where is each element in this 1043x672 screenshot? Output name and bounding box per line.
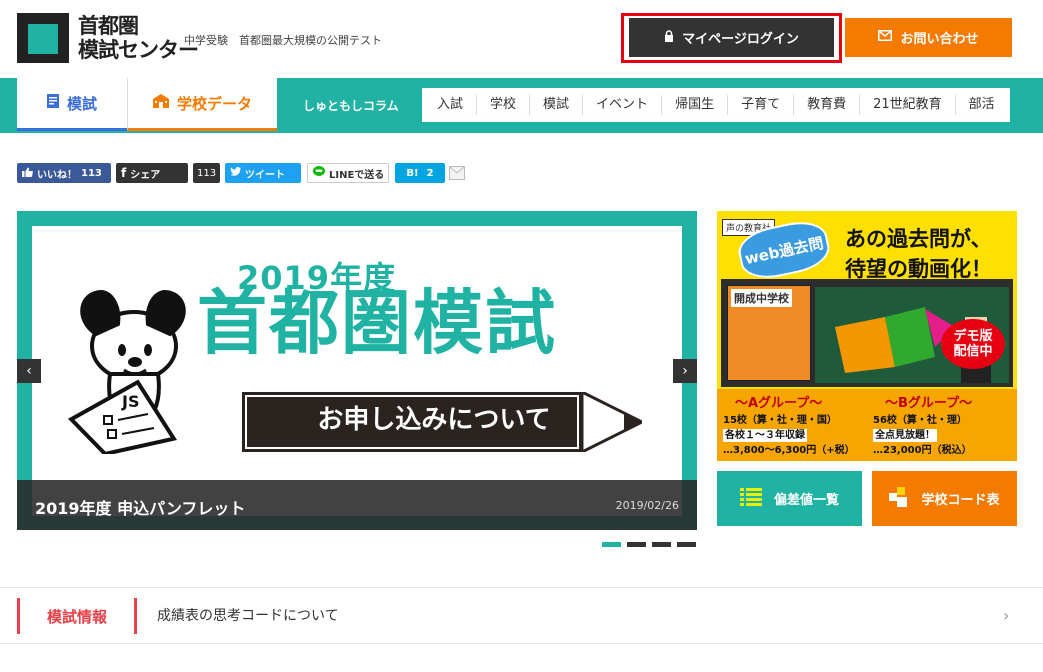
ad-demo-badge: デモ版 配信中 xyxy=(941,319,1005,369)
nav-item-event[interactable]: イベント xyxy=(582,95,661,115)
school-code-table-button[interactable]: 学校コード表 xyxy=(872,471,1017,526)
main-navbar: 模試 学校データ しゅともしコラム 入試 学校 模試 イベント 帰国生 子育て … xyxy=(0,78,1043,133)
ad-group-b-line3: …23,000円（税込） xyxy=(873,445,972,456)
site-header: 首都圏 模試センター 中学受験 首都圏最大規模の公開テスト マイページログイン … xyxy=(0,0,1043,78)
tweet-label: ツイート xyxy=(245,169,285,181)
login-label: マイページログイン xyxy=(682,32,799,47)
facebook-icon: f xyxy=(121,166,127,180)
exam-info-bar: 模試情報 成績表の思考コードについて › xyxy=(0,587,1043,644)
ad-group-a-line1: 15校（算・社・理・国） xyxy=(723,415,837,426)
carousel-prev-arrow-icon[interactable]: ‹ xyxy=(17,359,41,383)
contact-button[interactable]: お問い合わせ xyxy=(845,18,1012,57)
thumbs-up-icon xyxy=(22,167,33,180)
slide-subtitle: お申し込みについて xyxy=(317,405,551,435)
hensachi-label: 偏差値一覧 xyxy=(773,493,839,508)
school-building-icon xyxy=(152,94,169,112)
slide-caption-date: 2019/02/26 xyxy=(615,499,679,512)
like-count: 113 xyxy=(81,167,102,179)
hatena-bookmark-button[interactable]: B! 2 xyxy=(395,163,445,183)
list-icon xyxy=(739,487,762,510)
carousel-dot-2[interactable] xyxy=(627,542,646,547)
svg-text:JS: JS xyxy=(121,392,139,411)
web-kakomon-ad-banner[interactable]: 声の教育社 web過去問 あの過去問が、 待望の動画化！ 開成中学校 デモ版 配… xyxy=(717,211,1017,461)
ad-demo-line1: デモ版 xyxy=(953,329,993,344)
schoolcode-label: 学校コード表 xyxy=(921,493,1000,508)
nav-item-kikokusei[interactable]: 帰国生 xyxy=(661,95,727,115)
contact-label: お問い合わせ xyxy=(900,32,979,47)
ad-group-b-line2: 全点見放題！ xyxy=(873,429,937,442)
nav-item-moshi[interactable]: 模試 xyxy=(529,95,582,115)
slide-caption-bar[interactable]: 2019年度 申込パンフレット 2019/02/26 xyxy=(17,480,697,530)
envelope-icon xyxy=(878,30,893,45)
line-share-button[interactable]: LINEで送る xyxy=(307,163,389,183)
ad-group-b-title: ～Bグループ～ xyxy=(885,396,973,411)
facebook-like-button[interactable]: いいね！ 113 xyxy=(17,163,111,183)
carousel-dot-3[interactable] xyxy=(652,542,671,547)
document-icon xyxy=(46,94,59,112)
carousel-next-arrow-icon[interactable]: › xyxy=(673,359,697,383)
ad-group-a-title: ～Aグループ～ xyxy=(735,396,823,411)
carousel-dot-1[interactable] xyxy=(602,542,621,547)
nav-item-bukatsu[interactable]: 部活 xyxy=(954,95,1008,115)
ad-group-b-line1: 56校（算・社・理） xyxy=(873,415,967,426)
like-label: いいね！ xyxy=(37,169,77,181)
tab-moshi[interactable]: 模試 xyxy=(17,78,127,131)
logo-text-line1[interactable]: 首都圏 xyxy=(78,14,139,38)
ad-book-title: 開成中学校 xyxy=(731,289,792,307)
slide-main-title: 首都圏模試 xyxy=(197,282,557,364)
chevron-right-icon[interactable]: › xyxy=(1003,606,1009,625)
line-label: LINEで送る xyxy=(329,169,385,181)
tab-school-label: 学校データ xyxy=(176,94,252,113)
carousel-slide[interactable]: JS 2019年度 首都圏模試 お申し込みについて xyxy=(32,226,682,516)
ad-group-a-line2: 各校１～３年収録 xyxy=(723,429,807,442)
share-count: 113 xyxy=(193,163,221,183)
lock-icon xyxy=(664,29,674,46)
carousel-dot-4[interactable] xyxy=(677,542,696,547)
logo-mark[interactable] xyxy=(17,13,69,63)
ad-demo-line2: 配信中 xyxy=(953,344,993,359)
tab-moshi-label: 模試 xyxy=(66,94,97,113)
share-label: シェア xyxy=(130,169,161,181)
slide-caption-title: 2019年度 申込パンフレット xyxy=(35,499,246,518)
hero-carousel[interactable]: JS 2019年度 首都圏模試 お申し込みについて 2019年度 申込パンフレッ… xyxy=(17,211,697,530)
mypage-login-button[interactable]: マイページログイン xyxy=(629,18,834,57)
carousel-pagination xyxy=(602,542,696,547)
line-icon xyxy=(313,166,325,180)
tweet-button[interactable]: ツイート xyxy=(225,163,301,183)
ad-group-a-line3: …3,800～6,300円（+税） xyxy=(723,445,855,456)
tab-school-data[interactable]: 学校データ xyxy=(127,78,277,131)
exam-info-link[interactable]: 成績表の思考コードについて xyxy=(157,605,339,625)
dog-mascot-illustration: JS xyxy=(67,289,186,454)
hatena-count: 2 xyxy=(426,167,434,179)
nav-item-21st-education[interactable]: 21世紀教育 xyxy=(859,95,955,115)
mail-share-icon[interactable] xyxy=(449,165,465,184)
nav-item-kosodate[interactable]: 子育て xyxy=(727,95,793,115)
column-category-list: 入試 学校 模試 イベント 帰国生 子育て 教育費 21世紀教育 部活 xyxy=(422,88,1010,122)
nav-item-kyoikuhi[interactable]: 教育費 xyxy=(793,95,859,115)
logo-text-line2[interactable]: 模試センター xyxy=(78,38,199,62)
nav-item-gakko[interactable]: 学校 xyxy=(476,95,529,115)
twitter-bird-icon xyxy=(230,167,241,179)
ad-headline-1: あの過去問が、 xyxy=(845,227,992,251)
column-label[interactable]: しゅともしコラム xyxy=(303,97,399,114)
site-tagline: 中学受験 首都圏最大規模の公開テスト xyxy=(184,34,382,47)
blocks-icon xyxy=(889,486,909,511)
hatena-label: B! xyxy=(406,167,419,179)
nav-item-nyushi[interactable]: 入試 xyxy=(424,95,476,115)
hensachi-list-button[interactable]: 偏差値一覧 xyxy=(717,471,862,526)
facebook-share-button[interactable]: f シェア xyxy=(116,163,188,183)
exam-info-label: 模試情報 xyxy=(17,598,137,634)
